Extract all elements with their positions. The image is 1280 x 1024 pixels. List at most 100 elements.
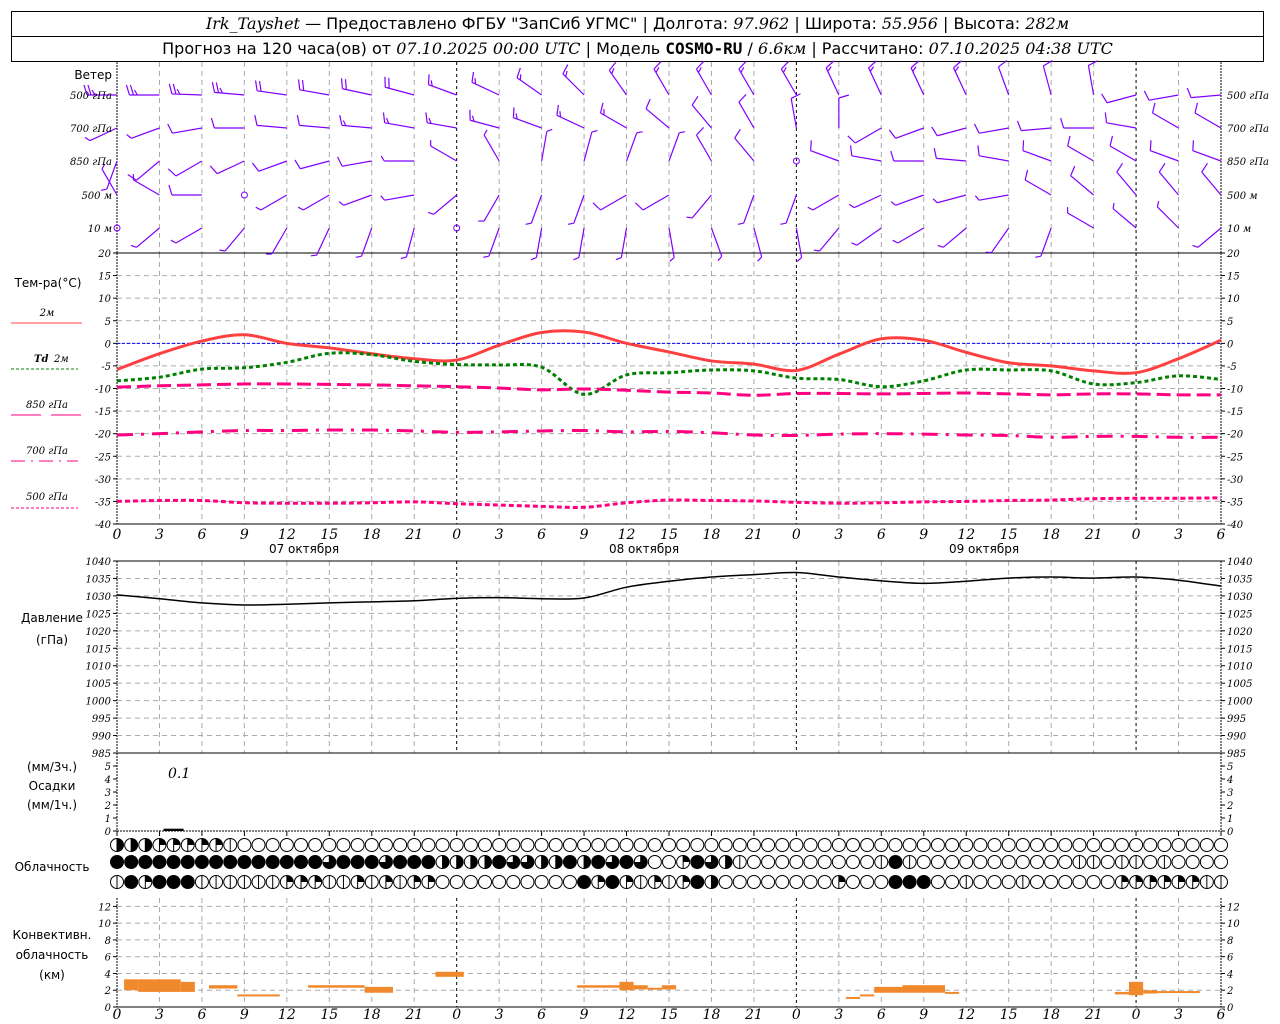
time-tick-label: 6 (1217, 527, 1226, 543)
wind-barb-staff (979, 127, 1009, 134)
cloud-cover-symbol (492, 875, 507, 889)
cloud-circle (364, 838, 379, 852)
wind-barb-staff (136, 227, 160, 248)
cloud-cover-symbol (619, 875, 634, 889)
time-tick-label: 0 (1132, 1007, 1141, 1023)
y-tick-label-right: 5 (1227, 762, 1233, 773)
cloud-circle (633, 838, 648, 852)
cloud-cover-symbol (294, 875, 308, 889)
cloud-cover-symbol (237, 838, 252, 852)
y-tick-label-right: 1010 (1227, 662, 1253, 673)
wind-barb-feather (780, 222, 787, 225)
y-tick-label-left: -30 (95, 475, 112, 486)
cloud-circle (1171, 838, 1186, 852)
wind-barb (780, 194, 797, 225)
wind-barb-staff (303, 194, 330, 211)
wind-barb (483, 129, 500, 162)
convective-cloud-bar (435, 971, 464, 977)
precip-bar (163, 828, 184, 831)
cloud-cover-symbol (110, 875, 124, 889)
cloud-cover-symbol (846, 855, 860, 869)
time-tick-label: 21 (1084, 527, 1103, 543)
convective-cloud-bar (633, 985, 648, 990)
cloud-cover-symbol (1001, 875, 1016, 889)
wind-barb (973, 123, 1009, 134)
wind-barb (890, 194, 924, 206)
wind-barb-staff (271, 227, 288, 255)
cloud-circle (1072, 838, 1087, 852)
wind-barb-staff (710, 227, 723, 257)
cloud-cover-symbol (732, 838, 747, 852)
cloud-circle (803, 838, 818, 852)
cloud-cover-symbol (789, 855, 804, 869)
pressure-unit: (гПа) (36, 633, 68, 647)
wind-barb-staff (316, 227, 330, 256)
wind-barb-staff (470, 119, 500, 129)
cloud-cover-symbol (180, 875, 195, 889)
wind-barb-staff (695, 134, 712, 162)
cloud-circle (746, 855, 761, 869)
wind-barb-staff (224, 227, 245, 252)
cloud-circle (1015, 838, 1030, 852)
cloud-cover-symbol (124, 855, 139, 869)
wind-barb (932, 194, 967, 204)
cloud-cover-symbol (888, 855, 903, 869)
cloud-circle (180, 855, 195, 869)
wind-barb-feather (1186, 87, 1192, 98)
cloud-circle (789, 838, 804, 852)
wind-barb-staff (1021, 127, 1052, 132)
wind-barb-staff (691, 104, 712, 129)
cloud-cover-symbol (138, 855, 153, 869)
wind-barb (888, 127, 924, 139)
y-tick-label-left: 1040 (86, 557, 112, 568)
time-tick-label: 6 (537, 527, 546, 543)
wind-barb (583, 129, 598, 162)
cloud-cover-symbol (435, 875, 450, 889)
cloud-fill-half (584, 855, 591, 869)
cloud-cover-symbol (294, 855, 308, 869)
cloud-cover-symbol (1185, 855, 1200, 869)
wind-barb-staff (343, 194, 372, 206)
wind-barb-feather (998, 60, 1008, 68)
wind-barb (695, 127, 712, 162)
cloud-fill-quarter (385, 875, 393, 882)
wind-barb-staff (428, 84, 457, 96)
cloud-cover-symbol (902, 855, 917, 869)
cloud-cover-symbol (378, 855, 393, 869)
wind-barb (211, 82, 245, 96)
wind-barb-feather (599, 102, 604, 114)
cloud-cover-symbol (633, 855, 648, 869)
wind-barb-staff (691, 194, 712, 219)
cloud-cover-symbol (209, 838, 224, 852)
time-tick-label: 3 (1174, 1007, 1183, 1023)
wind-barb-feather (382, 112, 386, 123)
cloud-circle (817, 875, 832, 889)
wind-barb-feather (931, 126, 938, 137)
cloud-cover-symbol (690, 855, 705, 869)
cloud-fill-quarter (173, 838, 181, 845)
cloud-cover-symbol (902, 875, 917, 889)
cloud-cover-symbol (435, 838, 450, 852)
cloud-cover-symbol (959, 875, 974, 889)
wind-barb-feather (168, 83, 173, 95)
wind-barb-feather (209, 165, 218, 175)
wind-barb-feather (167, 123, 173, 134)
wind-barb-staff (855, 127, 882, 144)
wind-barb-staff (868, 67, 882, 96)
wind-barb (210, 117, 245, 129)
cloud-cover-symbol (166, 875, 181, 889)
cloud-cover-symbol (761, 838, 776, 852)
y-tick-label-left: 10 (98, 919, 111, 930)
y-tick-label-right: -5 (1227, 362, 1237, 373)
cloud-circle (888, 838, 903, 852)
wind-barb (1024, 169, 1052, 196)
wind-barb (710, 227, 723, 262)
cloud-circle (378, 838, 393, 852)
wind-barb-feather (211, 82, 216, 93)
wind-barb-feather (296, 115, 301, 126)
wind-barb (592, 194, 627, 211)
y-tick-label-left: -15 (95, 407, 111, 418)
cloud-cover-symbol (1143, 838, 1158, 852)
cloud-fill-half (711, 875, 718, 889)
wind-barb-feather (170, 239, 177, 244)
